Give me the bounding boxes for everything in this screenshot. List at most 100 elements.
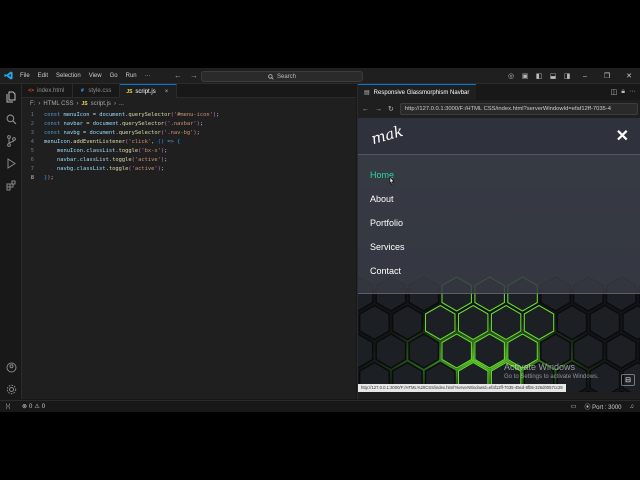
- hexagon-tile: [457, 304, 489, 341]
- nav-link-services[interactable]: Services: [370, 242, 405, 252]
- code-line: 3 const navbg = document.querySelector('.…: [30, 130, 200, 136]
- search-sidebar-icon[interactable]: [4, 112, 18, 126]
- hexagon-tile: [474, 333, 506, 369]
- back-arrow-icon[interactable]: ←: [174, 71, 182, 81]
- hexagon-tile: [375, 333, 407, 369]
- accounts-icon[interactable]: [4, 360, 18, 374]
- forward-arrow-icon[interactable]: →: [190, 71, 198, 81]
- code-editor[interactable]: 1 const menuIcon = document.querySelector…: [22, 109, 356, 183]
- layout-panel-icon[interactable]: ▣: [519, 71, 531, 81]
- browser-tab-actions: ◫ 🔒︎ ···: [611, 88, 640, 96]
- nav-link-about[interactable]: About: [370, 194, 394, 204]
- menu-file[interactable]: File: [20, 73, 30, 79]
- reload-icon[interactable]: ↻: [388, 105, 394, 113]
- warning-icon: ⚠: [34, 404, 40, 410]
- code-line: 6 navbar.classList.toggle('active');: [30, 157, 168, 163]
- js-file-icon: JS: [126, 88, 133, 95]
- hexagon-tile: [408, 333, 440, 369]
- nav-link-contact[interactable]: Contact: [370, 266, 401, 276]
- close-menu-icon[interactable]: ✕: [616, 126, 629, 146]
- chevron-right-icon: ›: [38, 100, 41, 107]
- toggle-sidebar-icon[interactable]: ◧: [533, 71, 545, 81]
- browser-address-bar: ← → ↻ http://127.0.0.1:3000/F:/HTML CSS/…: [358, 100, 640, 118]
- menu-view[interactable]: View: [89, 73, 102, 79]
- title-bar: File Edit Selection View Go Run ··· ← → …: [0, 68, 640, 84]
- browser-preview-panel: ▤ Responsive Glassmorphism Navbar ◫ 🔒︎ ·…: [357, 84, 640, 399]
- menu-edit[interactable]: Edit: [38, 73, 48, 79]
- glass-navbar: mak ✕: [358, 118, 640, 154]
- menu-more[interactable]: ···: [145, 73, 151, 79]
- mouse-pointer-icon: [389, 176, 395, 186]
- command-search-box[interactable]: Search: [201, 71, 363, 82]
- editor-tabs: <> index.html # style.css JS script.js ×: [22, 84, 356, 98]
- activity-bar: [0, 84, 22, 399]
- nav-link-portfolio[interactable]: Portfolio: [370, 218, 403, 228]
- breadcrumb-symbol[interactable]: ...: [119, 101, 124, 107]
- vscode-window: File Edit Selection View Go Run ··· ← → …: [0, 68, 640, 412]
- picture-in-picture-icon[interactable]: ⊟: [621, 374, 635, 386]
- browser-tab-bar: ▤ Responsive Glassmorphism Navbar ◫ 🔒︎ ·…: [358, 84, 640, 100]
- html-file-icon: <>: [28, 88, 34, 94]
- minimize-icon[interactable]: –: [574, 73, 596, 80]
- explorer-icon[interactable]: [4, 90, 18, 104]
- copilot-icon[interactable]: ◎: [505, 71, 517, 81]
- restore-icon[interactable]: ❐: [596, 72, 618, 80]
- hexagon-tile: [523, 304, 555, 341]
- breadcrumb-folder[interactable]: HTML CSS: [43, 101, 73, 107]
- remote-indicator-icon[interactable]: ⟩⟨: [0, 401, 16, 413]
- menu-selection[interactable]: Selection: [56, 73, 81, 79]
- code-line: 7 navbg.classList.toggle('active');: [30, 166, 165, 172]
- hexagon-tile: [572, 333, 604, 369]
- code-line: 1 const menuIcon = document.querySelector…: [30, 112, 220, 118]
- tab-script-js[interactable]: JS script.js ×: [120, 84, 178, 98]
- close-window-icon[interactable]: ✕: [618, 72, 640, 80]
- settings-gear-icon[interactable]: [4, 382, 18, 396]
- tab-label: script.js: [135, 88, 156, 95]
- extensions-icon[interactable]: [4, 178, 18, 192]
- breadcrumb: F: › HTML CSS › JS script.js › ...: [22, 98, 356, 109]
- url-field[interactable]: http://127.0.0.1:3000/F:/HTML CSS/index.…: [399, 103, 638, 115]
- split-editor-icon[interactable]: ◫: [611, 88, 618, 96]
- search-label: Search: [276, 73, 296, 80]
- tab-style-css[interactable]: # style.css: [73, 84, 121, 98]
- js-file-icon: JS: [81, 100, 88, 107]
- tab-label: style.css: [88, 88, 112, 94]
- breadcrumb-file[interactable]: script.js: [91, 101, 111, 107]
- status-bar: ⟩⟨ ⊗ 0 ⚠ 0 ▭ ⦿ Port : 3000 ♫: [0, 400, 640, 412]
- hexagon-tile: [358, 304, 390, 341]
- back-arrow-icon[interactable]: ←: [362, 106, 369, 113]
- live-server-port[interactable]: ⦿ Port : 3000: [584, 402, 621, 411]
- warning-count: 0: [41, 403, 46, 410]
- activate-windows-title: Activate Windows: [504, 362, 576, 372]
- close-tab-icon[interactable]: ×: [165, 89, 169, 95]
- code-line: 2 const navbar = document.querySelector('…: [30, 121, 204, 127]
- tab-index-html[interactable]: <> index.html: [22, 84, 74, 98]
- notifications-bell-icon[interactable]: ♫: [630, 404, 635, 410]
- lock-icon[interactable]: 🔒︎: [621, 88, 625, 96]
- hexagon-tile: [605, 333, 637, 369]
- editor-group: <> index.html # style.css JS script.js ×…: [22, 84, 356, 399]
- more-actions-icon[interactable]: ···: [629, 88, 636, 96]
- chevron-right-icon: ›: [76, 100, 79, 107]
- chevron-right-icon: ›: [113, 100, 116, 107]
- toggle-panel-icon[interactable]: ⬓: [547, 71, 559, 81]
- code-line: 4 menuIcon.addEventListener('click', () =…: [30, 139, 181, 145]
- site-logo[interactable]: mak: [369, 122, 405, 148]
- link-status-url: http://127.0.0.1:3000/F:/HTML%20CSS/inde…: [358, 384, 566, 392]
- breadcrumb-drive[interactable]: F:: [30, 101, 35, 107]
- hexagon-tile: [556, 304, 588, 341]
- layout-icon[interactable]: ▭: [571, 403, 577, 410]
- web-page-viewport: mak ✕ Home About Portfolio Services Cont…: [358, 118, 640, 392]
- run-debug-icon[interactable]: [4, 156, 18, 170]
- source-control-icon[interactable]: [4, 134, 18, 148]
- menu-run[interactable]: Run: [126, 73, 137, 79]
- history-nav: ← →: [174, 71, 198, 81]
- nav-menu: Home About Portfolio Services Contact: [358, 154, 640, 294]
- activate-windows-subtitle: Go to Settings to activate Windows.: [504, 374, 599, 380]
- problems-indicator[interactable]: ⊗ 0 ⚠ 0: [22, 403, 46, 411]
- toggle-secondary-sidebar-icon[interactable]: ◨: [561, 71, 573, 81]
- menu-go[interactable]: Go: [110, 73, 118, 79]
- forward-arrow-icon[interactable]: →: [375, 106, 382, 113]
- browser-tab[interactable]: ▤ Responsive Glassmorphism Navbar: [358, 84, 476, 100]
- hexagon-tile: [441, 333, 473, 369]
